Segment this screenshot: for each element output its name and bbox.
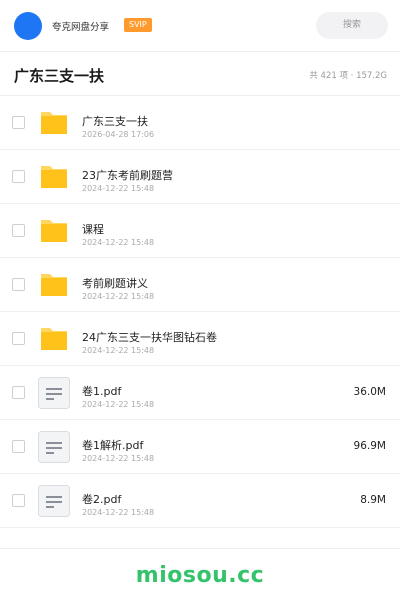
list-item[interactable]: 24广东三支一扶华图钻石卷 2024-12-22 15:48 — [0, 312, 400, 366]
item-size: 8.9M — [360, 494, 386, 506]
item-name: 24广东三支一扶华图钻石卷 — [82, 331, 217, 344]
item-date: 2024-12-22 15:48 — [82, 454, 155, 463]
avatar[interactable] — [14, 12, 42, 40]
document-icon — [38, 377, 70, 409]
item-name: 考前刷题讲义 — [82, 277, 148, 290]
search-button[interactable]: 搜索 — [316, 12, 388, 39]
top-bar: 夸克网盘分享 SVIP 搜索 — [0, 0, 400, 52]
folder-icon — [41, 166, 67, 188]
item-size: 96.9M — [353, 440, 386, 452]
item-checkbox[interactable] — [12, 386, 25, 399]
folder-icon — [41, 328, 67, 350]
folder-icon — [41, 274, 67, 296]
item-name: 广东三支一扶 — [82, 115, 148, 128]
svip-badge: SVIP — [124, 18, 152, 32]
list-item[interactable]: 考前刷题讲义 2024-12-22 15:48 — [0, 258, 400, 312]
item-name: 卷1.pdf — [82, 385, 122, 398]
item-date: 2024-12-22 15:48 — [82, 292, 155, 301]
item-date: 2024-12-22 15:48 — [82, 346, 155, 355]
item-checkbox[interactable] — [12, 116, 25, 129]
folder-icon — [41, 112, 67, 134]
item-name: 卷2.pdf — [82, 493, 122, 506]
item-checkbox[interactable] — [12, 170, 25, 183]
file-list: 广东三支一扶 2026-04-28 17:06 23广东考前刷题营 2024-1… — [0, 96, 400, 528]
item-date: 2024-12-22 15:48 — [82, 508, 155, 517]
list-item[interactable]: 卷1解析.pdf 2024-12-22 15:48 96.9M — [0, 420, 400, 474]
item-name: 卷1解析.pdf — [82, 439, 144, 452]
site-watermark: miosou.cc — [135, 563, 265, 588]
item-date: 2024-12-22 15:48 — [82, 184, 155, 193]
list-item[interactable]: 广东三支一扶 2026-04-28 17:06 — [0, 96, 400, 150]
document-icon — [38, 431, 70, 463]
item-date: 2024-12-22 15:48 — [82, 400, 155, 409]
folder-header: 广东三支一扶 共 421 项 · 157.2G — [0, 52, 400, 96]
item-size: 36.0M — [353, 386, 386, 398]
list-item[interactable]: 卷2.pdf 2024-12-22 15:48 8.9M — [0, 474, 400, 528]
item-checkbox[interactable] — [12, 440, 25, 453]
item-date: 2026-04-28 17:06 — [82, 130, 155, 139]
folder-icon — [41, 220, 67, 242]
item-checkbox[interactable] — [12, 494, 25, 507]
item-checkbox[interactable] — [12, 332, 25, 345]
document-icon — [38, 485, 70, 517]
page-title: 广东三支一扶 — [14, 67, 105, 85]
list-item[interactable]: 卷1.pdf 2024-12-22 15:48 36.0M — [0, 366, 400, 420]
sharer-name: 夸克网盘分享 — [52, 22, 110, 33]
item-name: 课程 — [82, 223, 104, 236]
list-item[interactable]: 23广东考前刷题营 2024-12-22 15:48 — [0, 150, 400, 204]
item-checkbox[interactable] — [12, 278, 25, 291]
footer: miosou.cc — [0, 548, 400, 600]
item-date: 2024-12-22 15:48 — [82, 238, 155, 247]
folder-summary: 共 421 项 · 157.2G — [309, 71, 387, 81]
item-checkbox[interactable] — [12, 224, 25, 237]
item-name: 23广东考前刷题营 — [82, 169, 173, 182]
list-item[interactable]: 课程 2024-12-22 15:48 — [0, 204, 400, 258]
